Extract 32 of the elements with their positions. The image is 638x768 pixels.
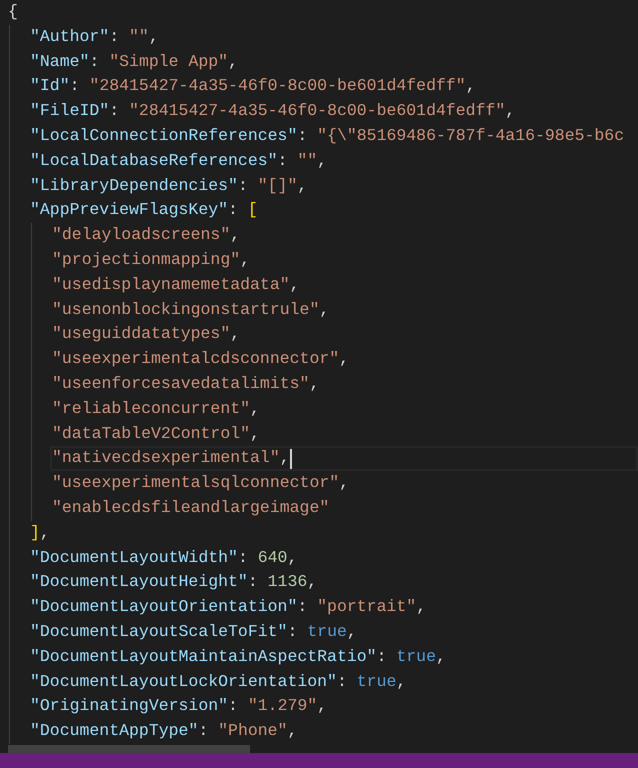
code-line: "useexperimentalsqlconnector", xyxy=(52,472,350,494)
code-line: "useenforcesavedatalimits", xyxy=(52,372,320,395)
code-line: "AppPreviewFlagsKey": [ xyxy=(30,199,258,222)
code-line: "useexperimentalcdsconnector", xyxy=(52,348,350,370)
code-line: "delayloadscreens", xyxy=(52,224,240,246)
code-line: "Name": "Simple App", xyxy=(30,50,238,73)
code-line: "DocumentAppType": "Phone", xyxy=(30,720,298,742)
code-line: ], xyxy=(30,522,50,544)
code-line: "DocumentLayoutOrientation": "portrait", xyxy=(30,596,426,618)
text-cursor xyxy=(290,448,292,469)
code-line: "FileID": "28415427-4a35-46f0-8c00-be601d4fedff", xyxy=(30,100,516,122)
code-line: "dataTableV2Control", xyxy=(52,422,260,445)
code-line: "LibraryDependencies": "[]", xyxy=(30,174,308,197)
code-line: "LocalConnectionReferences": "{\"85169486-787f-4a16-98e5-b6c xyxy=(30,125,624,147)
code-line: "OriginatingVersion": "1.279", xyxy=(30,695,328,718)
code-line: "useguiddatatypes", xyxy=(52,323,240,346)
code-line: "nativecdsexperimental", xyxy=(52,447,290,470)
code-line: "Author": "", xyxy=(30,26,159,48)
code-line: "projectionmapping", xyxy=(52,248,250,271)
code-line: "DocumentLayoutHeight": 1136, xyxy=(30,571,318,594)
horizontal-scrollbar[interactable] xyxy=(8,745,250,753)
code-line: "LocalDatabaseReferences": "", xyxy=(30,150,328,172)
code-line: "enablecdsfileandlargeimage" xyxy=(52,496,330,519)
code-line: { xyxy=(8,1,18,24)
code-line: "DocumentLayoutLockOrientation": true, xyxy=(30,670,406,693)
code-line: "DocumentLayoutMaintainAspectRatio": true, xyxy=(30,646,446,668)
code-line: "DocumentLayoutScaleToFit": true, xyxy=(30,620,357,643)
code-line: "usedisplaynamemetadata", xyxy=(52,274,300,296)
code-line: "reliableconcurrent", xyxy=(52,398,260,420)
code-line: "DocumentLayoutWidth": 640, xyxy=(30,546,298,569)
code-line: "Id": "28415427-4a35-46f0-8c00-be601d4fedff", xyxy=(30,75,476,98)
code-line: "usenonblockingonstartrule", xyxy=(52,298,330,321)
